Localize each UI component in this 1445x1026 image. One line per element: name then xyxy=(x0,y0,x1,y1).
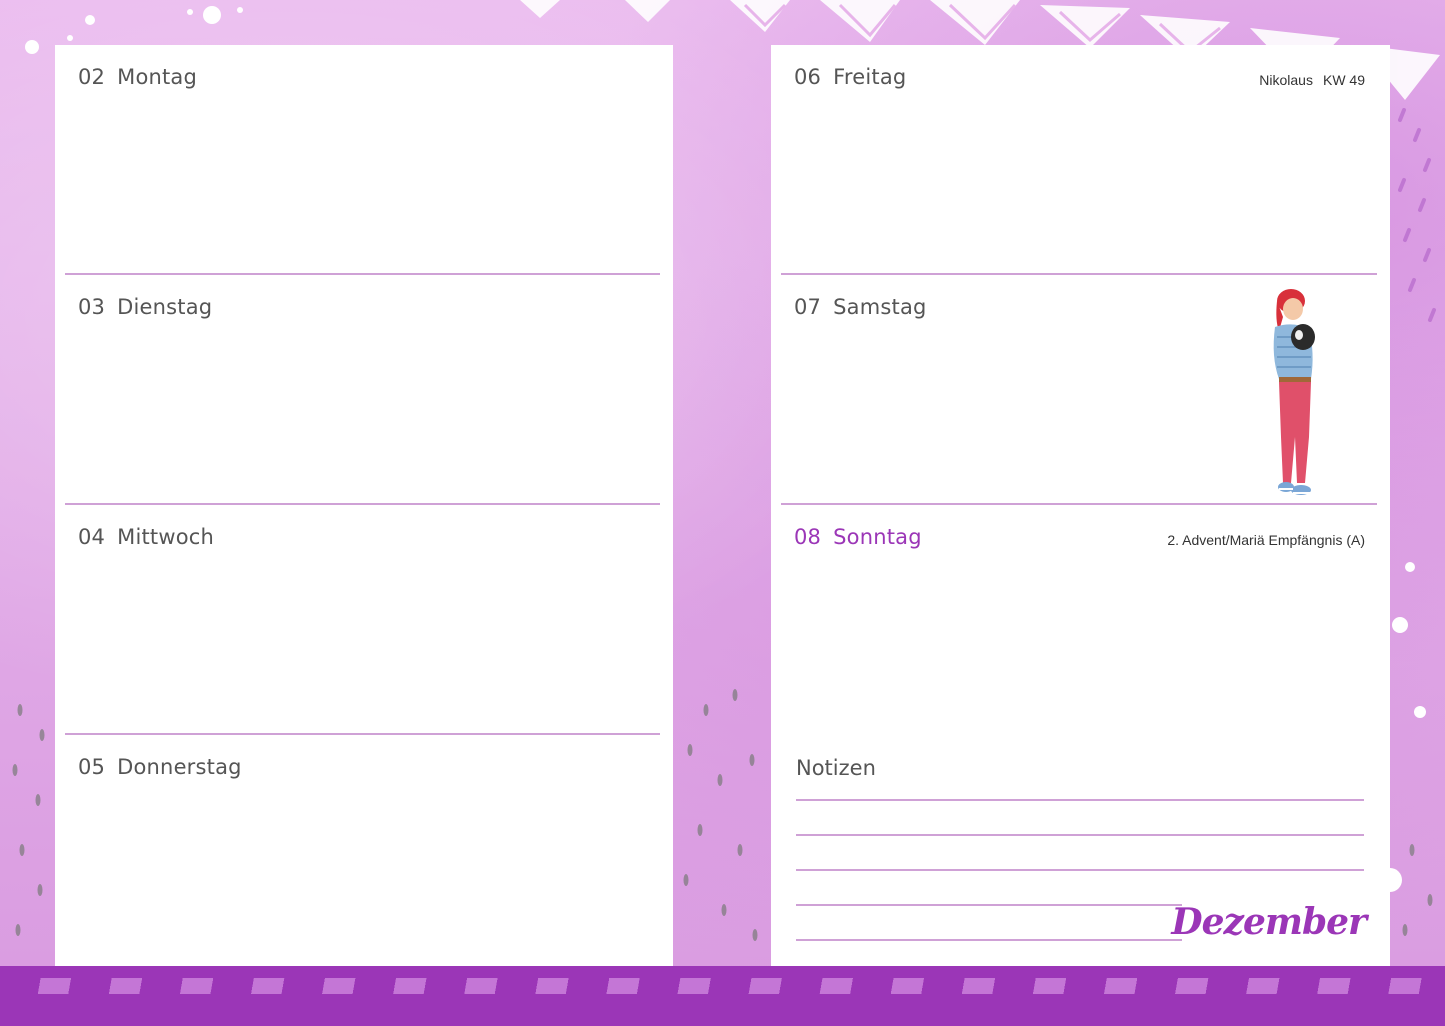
day-name: Samstag xyxy=(833,295,927,319)
day-slot[interactable]: 02 Montag xyxy=(65,45,660,275)
month-title: Dezember xyxy=(1171,901,1367,943)
day-number: 02 xyxy=(78,65,106,89)
holiday-name: Nikolaus xyxy=(1259,72,1313,88)
day-number: 03 xyxy=(78,295,106,319)
notes-title: Notizen xyxy=(796,756,876,780)
holiday-name: 2. Advent/Mariä Empfängnis (A) xyxy=(1167,532,1365,548)
day-number: 07 xyxy=(794,295,822,319)
notes-line[interactable] xyxy=(796,799,1364,801)
day-slot[interactable]: 06 Freitag Nikolaus KW 49 xyxy=(781,45,1377,275)
holiday-note: 2. Advent/Mariä Empfängnis (A) xyxy=(1167,532,1365,548)
day-name: Dienstag xyxy=(117,295,213,319)
day-name: Montag xyxy=(117,65,198,89)
day-number: 06 xyxy=(794,65,822,89)
holiday-note: Nikolaus KW 49 xyxy=(1259,72,1365,88)
day-name: Sonntag xyxy=(833,525,922,549)
notes-line[interactable] xyxy=(796,904,1182,906)
day-name: Donnerstag xyxy=(117,755,242,779)
day-number: 05 xyxy=(78,755,106,779)
notes-line[interactable] xyxy=(796,834,1364,836)
day-heading: 03 Dienstag xyxy=(78,295,212,319)
day-number: 04 xyxy=(78,525,106,549)
day-heading: 02 Montag xyxy=(78,65,197,89)
left-page: 02 Montag 03 Dienstag 04 Mittwoch 05 Donners… xyxy=(55,45,673,966)
right-page: 06 Freitag Nikolaus KW 49 07 Samstag 08 Sonn… xyxy=(771,45,1390,966)
bottom-band xyxy=(0,966,1445,1026)
day-slot[interactable]: 08 Sonntag 2. Advent/Mariä Empfängnis (A) xyxy=(781,505,1377,735)
notes-line[interactable] xyxy=(796,869,1364,871)
day-heading: 06 Freitag xyxy=(794,65,906,89)
day-heading-sunday: 08 Sonntag xyxy=(794,525,922,549)
calendar-week: KW 49 xyxy=(1322,72,1365,88)
day-heading: 05 Donnerstag xyxy=(78,755,242,779)
day-name: Freitag xyxy=(833,65,907,89)
day-name: Mittwoch xyxy=(117,525,215,549)
day-heading: 07 Samstag xyxy=(794,295,927,319)
notes-line[interactable] xyxy=(796,939,1182,941)
girl-with-dog-illustration xyxy=(1273,289,1315,495)
day-number: 08 xyxy=(794,525,822,549)
day-heading: 04 Mittwoch xyxy=(78,525,214,549)
day-slot[interactable]: 04 Mittwoch xyxy=(65,505,660,735)
day-slot[interactable]: 03 Dienstag xyxy=(65,275,660,505)
day-slot[interactable]: 05 Donnerstag xyxy=(65,735,660,965)
bottom-band-pattern xyxy=(0,978,1445,994)
